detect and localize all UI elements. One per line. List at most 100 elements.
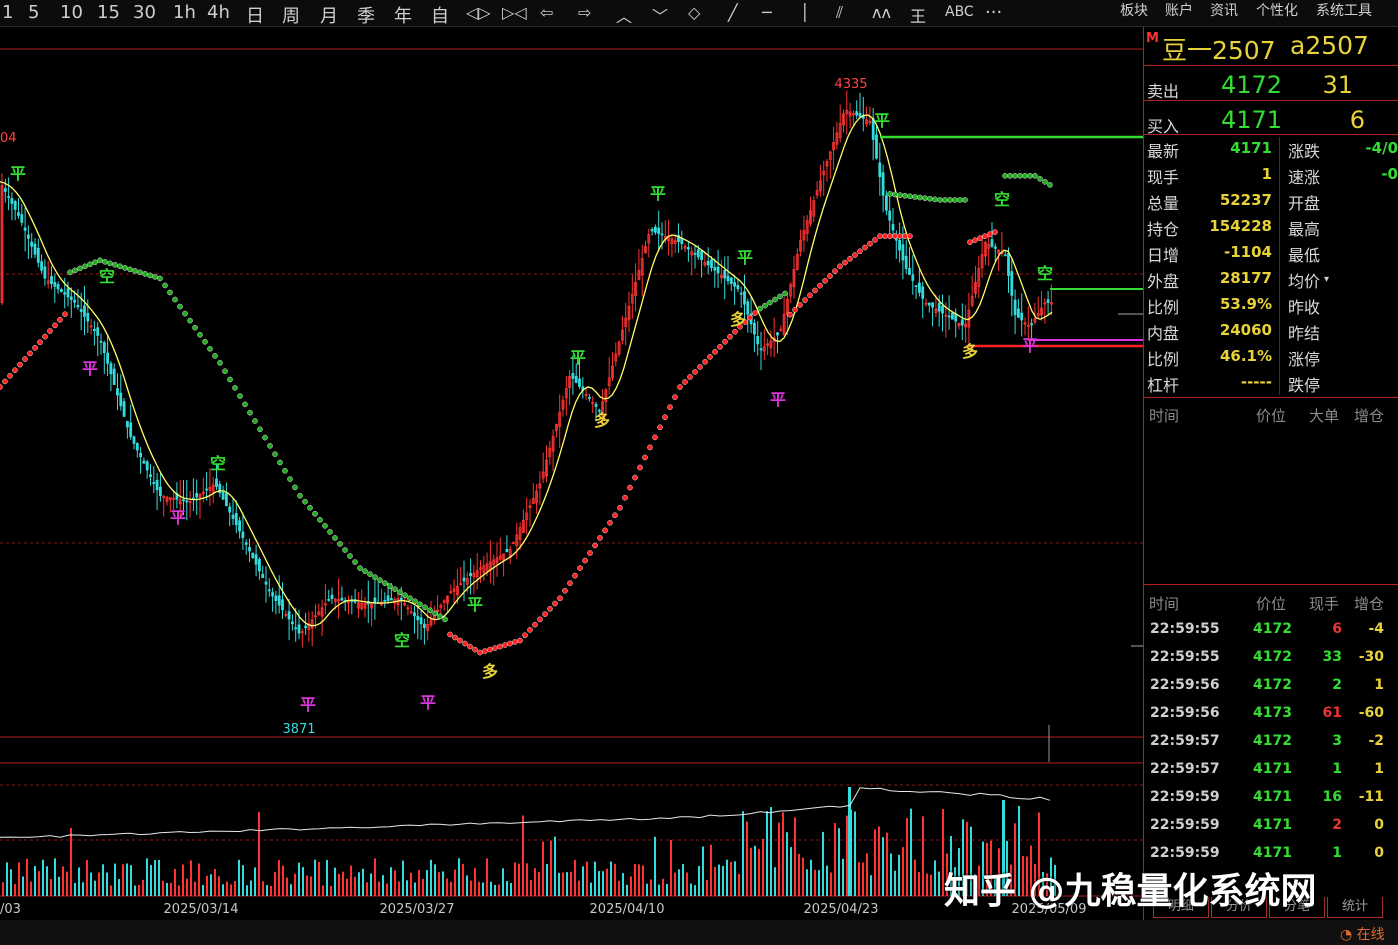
vline-icon[interactable]: │: [800, 3, 810, 22]
band-dot: [682, 379, 688, 385]
period-button-4[interactable]: 15: [97, 2, 120, 23]
more-tools-button[interactable]: ···: [985, 2, 1002, 23]
volume-bar: [134, 885, 136, 896]
period-button-2[interactable]: 5: [28, 2, 39, 23]
line-icon[interactable]: ╱: [728, 3, 738, 22]
period-button-9[interactable]: 周: [282, 2, 300, 28]
band-dot: [852, 252, 858, 258]
tick-time: 22:59:56: [1150, 705, 1220, 721]
candle-body: [126, 420, 129, 428]
period-button-7[interactable]: 4h: [207, 2, 230, 23]
low-label: 3871: [282, 722, 315, 737]
period-button-1[interactable]: 1: [2, 2, 13, 23]
quote-panel: M 豆一2507 a2507 卖出 4172 31 买入 4171 6 最新 41…: [1143, 27, 1398, 920]
band-dot: [902, 192, 908, 199]
volume-bar: [734, 861, 736, 896]
candle-body: [743, 291, 746, 305]
date-label: 2025/03/27: [380, 902, 455, 917]
band-dot: [197, 331, 203, 338]
volume-bar: [902, 847, 904, 896]
stat-value: 24060: [1219, 321, 1272, 339]
volume-bar: [806, 869, 808, 896]
stat-label: 内盘: [1147, 324, 1180, 343]
volume-bar: [654, 836, 656, 896]
menu-item-1[interactable]: 板块: [1120, 0, 1148, 20]
volume-bar: [66, 871, 68, 896]
kline-chart[interactable]: 平空平平空空平平平多平多平平多平平空多空平4335387104/03 2025/0…: [0, 27, 1143, 920]
fib-icon[interactable]: 王: [910, 3, 926, 27]
signal-label: 平: [1022, 336, 1038, 355]
band-dot: [877, 233, 883, 239]
band-dot: [832, 268, 838, 274]
period-button-5[interactable]: 30: [133, 2, 156, 23]
band-dot: [827, 273, 833, 279]
volume-bar: [802, 857, 804, 896]
candle-body: [700, 250, 703, 260]
candle-body: [505, 548, 509, 553]
band-dot: [352, 559, 358, 565]
period-button-6[interactable]: 1h: [173, 2, 196, 23]
menu-item-5[interactable]: 系统工具: [1316, 0, 1372, 20]
channel-icon[interactable]: ⫽: [836, 3, 843, 23]
chevron-up-icon[interactable]: ︿: [616, 3, 632, 27]
text-tool-button[interactable]: ABC: [945, 4, 974, 20]
candle-body: [947, 315, 951, 318]
candle-body: [185, 500, 189, 503]
volume-bar: [466, 875, 468, 896]
candle-body: [756, 336, 760, 345]
candle-body: [759, 348, 763, 351]
band-dot: [1022, 173, 1028, 179]
band-dot: [122, 265, 128, 271]
stat-label: 跌停: [1288, 376, 1321, 395]
volume-bar: [138, 884, 140, 896]
zoom-icon[interactable]: ◁▷: [466, 3, 491, 22]
volume-bar: [570, 871, 572, 896]
wave-icon[interactable]: ʌʌ: [872, 3, 891, 22]
period-button-3[interactable]: 10: [60, 2, 83, 23]
chevron-down-icon[interactable]: ﹀: [652, 3, 668, 27]
menu-item-2[interactable]: 账户: [1165, 0, 1193, 20]
band-dot: [307, 504, 313, 511]
candle-body: [578, 378, 581, 387]
arrow-left-icon[interactable]: ⇦: [540, 3, 553, 22]
band-dot: [957, 197, 963, 203]
volume-bar: [610, 861, 612, 896]
period-button-11[interactable]: 季: [357, 2, 375, 28]
tab-4[interactable]: 统计: [1327, 897, 1383, 918]
period-button-8[interactable]: 日: [246, 2, 264, 28]
band-dot: [1007, 173, 1013, 179]
volume-bar: [898, 854, 900, 896]
arrow-right-icon[interactable]: ⇨: [578, 3, 591, 22]
candle-body: [733, 282, 736, 287]
tick-time: 22:59:59: [1150, 817, 1220, 833]
period-button-10[interactable]: 月: [320, 2, 338, 28]
band-dot: [447, 631, 453, 638]
volume-bar: [870, 875, 872, 896]
band-dot: [387, 583, 393, 589]
menu-item-4[interactable]: 个性化: [1256, 0, 1298, 20]
band-dot: [967, 239, 973, 245]
menu-item-3[interactable]: 资讯: [1210, 0, 1238, 20]
band-dot: [42, 333, 48, 340]
volume-bar: [890, 853, 892, 896]
crosshair-icon[interactable]: ◇: [688, 3, 700, 22]
candle-body: [116, 388, 119, 396]
sell-label: 卖出: [1147, 82, 1180, 101]
period-button-13[interactable]: 自: [431, 2, 449, 28]
hline-icon[interactable]: ─: [762, 3, 772, 22]
candle-body: [753, 322, 756, 335]
band-dot: [102, 259, 108, 265]
fit-icon[interactable]: ▷◁: [502, 3, 527, 22]
candle-body: [40, 261, 43, 271]
volume-bar: [90, 872, 92, 896]
candle-body: [205, 488, 209, 491]
band-dot: [12, 367, 18, 374]
stat-label: 昨收: [1288, 298, 1321, 317]
band-dot: [432, 610, 438, 617]
volume-bar: [350, 865, 352, 896]
period-button-12[interactable]: 年: [394, 2, 412, 28]
volume-bar: [462, 864, 464, 896]
band-dot: [1047, 182, 1053, 188]
band-dot: [687, 374, 693, 380]
candle-body: [927, 302, 931, 306]
